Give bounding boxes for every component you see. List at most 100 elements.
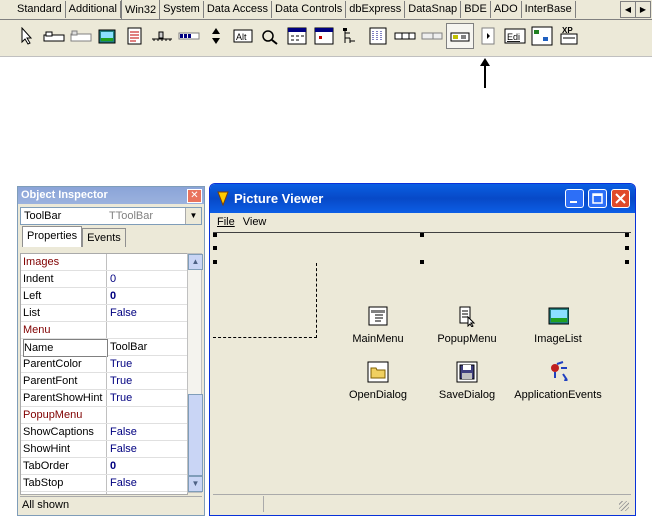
property-row[interactable]: ShowCaptions False — [21, 424, 187, 441]
component-savedialog[interactable]: SaveDialog — [422, 361, 512, 401]
property-row[interactable]: PopupMenu — [21, 407, 187, 424]
component-opendialog[interactable]: OpenDialog — [333, 361, 423, 401]
trackbar-icon[interactable] — [149, 24, 175, 48]
menu-view[interactable]: View — [239, 213, 271, 231]
treeview-icon[interactable] — [338, 24, 364, 48]
close-button[interactable] — [611, 189, 630, 208]
property-row[interactable]: ParentColor True — [21, 356, 187, 373]
component-palette: Standard Additional Win32 System Data Ac… — [0, 0, 652, 57]
menu-file[interactable]: File — [213, 213, 239, 231]
updown-icon[interactable] — [203, 24, 229, 48]
listview-icon[interactable] — [365, 24, 391, 48]
hotkey-icon[interactable]: Alt — [230, 24, 256, 48]
property-row[interactable]: Menu — [21, 322, 187, 339]
component-imagelist[interactable]: ImageList — [513, 305, 603, 345]
tab-scroll-right-icon[interactable]: ▶ — [635, 1, 651, 18]
property-row[interactable]: Left 0 — [21, 288, 187, 305]
property-name: Tag — [23, 492, 107, 494]
palette-divider — [0, 56, 652, 57]
chevron-down-icon[interactable]: ▼ — [188, 476, 203, 492]
object-selector[interactable]: ToolBar TToolBar ▼ — [20, 207, 202, 225]
tab-interbase[interactable]: InterBase — [522, 1, 576, 18]
pointer-icon[interactable] — [14, 24, 40, 48]
property-value[interactable]: 0 — [110, 288, 116, 304]
tab-data-access[interactable]: Data Access — [204, 1, 272, 18]
animate-icon[interactable] — [257, 24, 283, 48]
property-row[interactable]: Tag0 — [21, 492, 187, 494]
property-value[interactable]: True — [110, 390, 132, 406]
component-popupmenu[interactable]: PopupMenu — [422, 305, 512, 345]
image-placeholder[interactable] — [213, 263, 317, 338]
property-row[interactable]: List False — [21, 305, 187, 322]
chevron-down-icon[interactable]: ▼ — [185, 208, 201, 224]
statusbar-icon[interactable] — [419, 24, 445, 48]
property-value[interactable]: True — [110, 356, 132, 372]
opendialog-icon — [367, 361, 389, 383]
tab-ado[interactable]: ADO — [491, 1, 522, 18]
tabcontrol-icon[interactable] — [41, 24, 67, 48]
resize-grip-icon[interactable] — [619, 501, 629, 511]
property-name: List — [23, 305, 107, 321]
pagescroller-icon[interactable]: Edi — [502, 24, 528, 48]
tab-datasnap[interactable]: DataSnap — [405, 1, 462, 18]
component-mainmenu[interactable]: MainMenu — [333, 305, 423, 345]
selection-handle[interactable] — [420, 233, 424, 237]
close-icon[interactable]: ✕ — [187, 189, 202, 203]
tab-scroll-left-icon[interactable]: ◀ — [620, 1, 636, 18]
monthcalendar-icon[interactable] — [311, 24, 337, 48]
property-row[interactable]: ShowHint False — [21, 441, 187, 458]
coolbar-icon[interactable] — [475, 24, 501, 48]
property-row[interactable]: ParentShowHint True — [21, 390, 187, 407]
property-scrollbar[interactable]: ▲ ▼ — [187, 253, 203, 493]
toolbar-icon[interactable] — [446, 23, 474, 49]
property-value[interactable]: True — [110, 373, 132, 389]
property-row[interactable]: Indent 0 — [21, 271, 187, 288]
property-value-input[interactable]: ToolBar — [110, 339, 147, 355]
progressbar-icon[interactable] — [176, 24, 202, 48]
xpmanifest-icon[interactable]: XP — [556, 24, 582, 48]
selection-handle[interactable] — [420, 260, 424, 264]
tab-system[interactable]: System — [160, 1, 204, 18]
property-value[interactable]: False — [110, 475, 137, 491]
imagelist-icon[interactable] — [95, 24, 121, 48]
maximize-button[interactable] — [588, 189, 607, 208]
property-value[interactable]: 0 — [110, 492, 116, 494]
component-applicationevents[interactable]: ApplicationEvents — [513, 361, 603, 401]
headercontrol-icon[interactable] — [392, 24, 418, 48]
selection-handle[interactable] — [213, 233, 217, 237]
tab-data-controls[interactable]: Data Controls — [272, 1, 347, 18]
tab-bde[interactable]: BDE — [461, 1, 491, 18]
form-client-area[interactable]: MainMenu PopupMenu ImageList OpenDialog … — [213, 232, 631, 493]
selection-handle[interactable] — [213, 246, 217, 250]
tab-properties[interactable]: Properties — [22, 226, 83, 247]
chevron-up-icon[interactable]: ▲ — [188, 254, 203, 270]
component-label: SaveDialog — [438, 389, 496, 401]
minimize-button[interactable] — [565, 189, 584, 208]
object-inspector: Object Inspector ✕ ToolBar TToolBar ▼ Pr… — [17, 186, 205, 516]
property-value[interactable]: 0 — [110, 458, 116, 474]
property-value[interactable]: False — [110, 424, 137, 440]
tab-standard[interactable]: Standard — [14, 1, 66, 18]
property-row[interactable]: ParentFont True — [21, 373, 187, 390]
property-row[interactable]: Images — [21, 254, 187, 271]
window-titlebar[interactable]: Picture Viewer — [210, 184, 635, 213]
richedit-icon[interactable] — [122, 24, 148, 48]
selection-handle[interactable] — [625, 233, 629, 237]
tab-dbexpress[interactable]: dbExpress — [346, 1, 406, 18]
property-name: Indent — [23, 271, 107, 287]
property-row[interactable]: TabOrder 0 — [21, 458, 187, 475]
property-value[interactable]: 0 — [110, 271, 116, 287]
tab-events[interactable]: Events — [82, 228, 126, 247]
selection-handle[interactable] — [625, 246, 629, 250]
tab-win32[interactable]: Win32 — [120, 0, 161, 19]
selection-handle[interactable] — [625, 260, 629, 264]
scrollbar-thumb[interactable] — [188, 394, 203, 476]
property-value[interactable]: False — [110, 441, 137, 457]
property-row-selected[interactable]: Name ToolBar — [21, 339, 187, 357]
datetimepicker-icon[interactable] — [284, 24, 310, 48]
tab-additional[interactable]: Additional — [66, 1, 121, 18]
comboboxex-icon[interactable] — [529, 24, 555, 48]
property-row[interactable]: TabStop False — [21, 475, 187, 492]
pagecontrol-icon[interactable] — [68, 24, 94, 48]
property-value[interactable]: False — [110, 305, 137, 321]
